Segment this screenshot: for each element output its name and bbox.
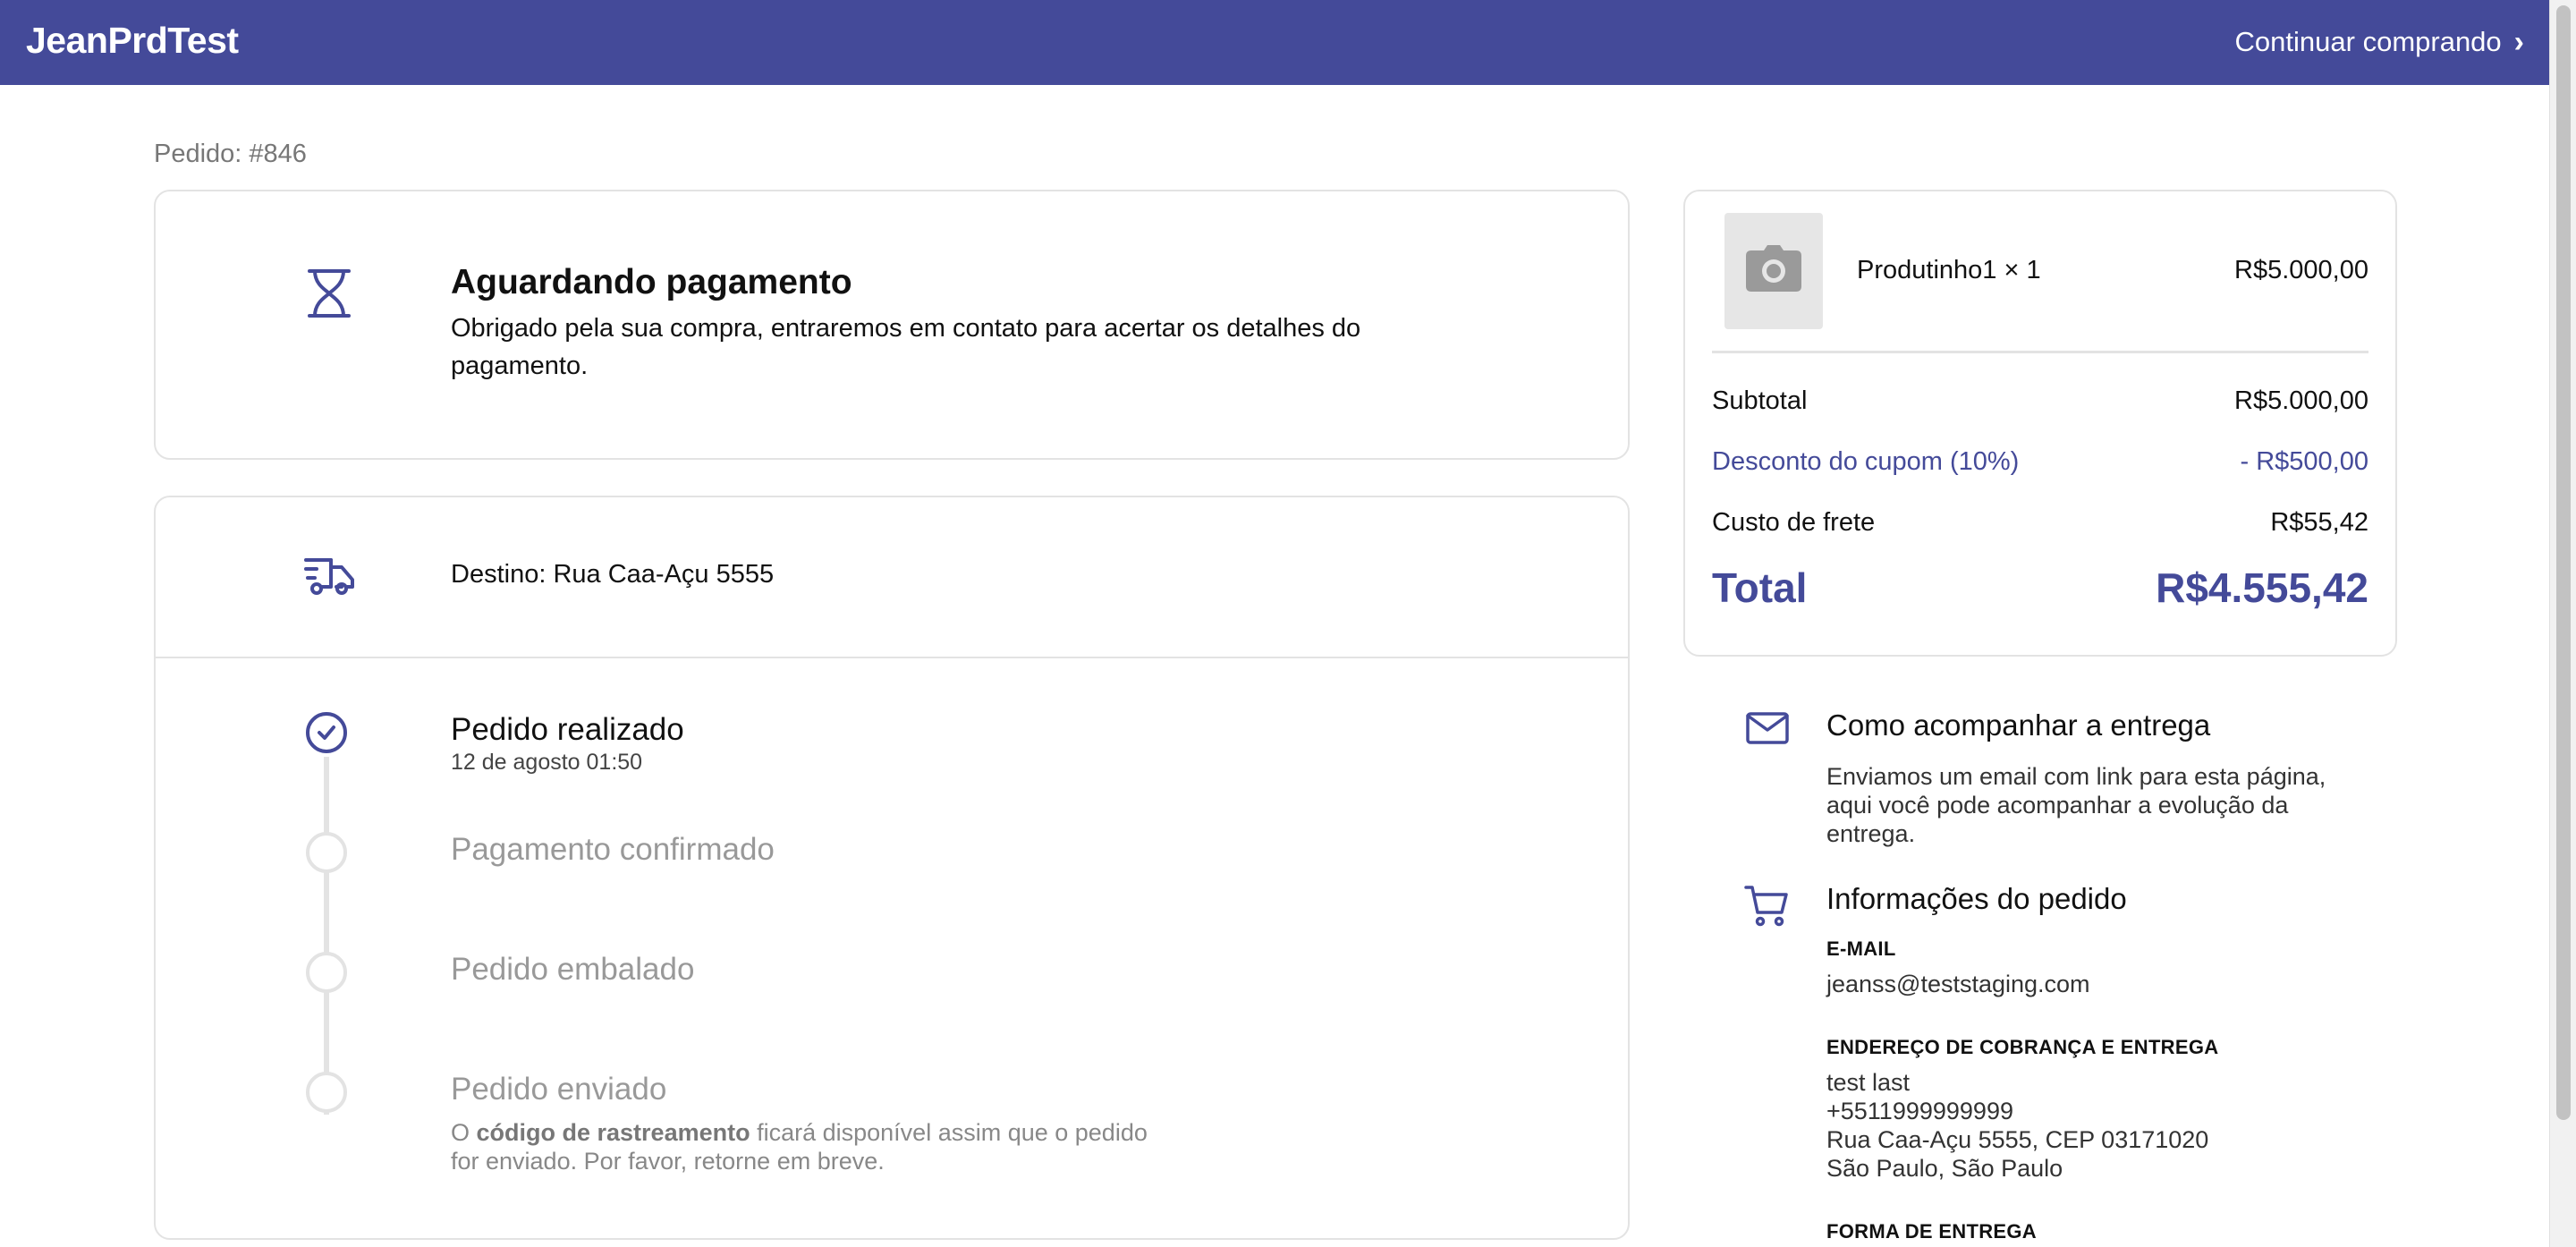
timeline-step-title: Pedido realizado: [451, 712, 684, 747]
camera-icon: [1746, 245, 1801, 292]
product-price: R$5.000,00: [2234, 256, 2368, 284]
chevron-right-icon: ›: [2513, 25, 2524, 59]
timeline-step-title: Pedido embalado: [451, 952, 695, 987]
product-image: [1724, 213, 1823, 329]
timeline-step-date: 12 de agosto 01:50: [451, 750, 643, 775]
status-description: Obrigado pela sua compra, entraremos em …: [451, 314, 1361, 380]
cart-icon: [1744, 884, 1789, 931]
product-name: Produtinho1 × 1: [1857, 256, 2041, 284]
tracking-info-title: Como acompanhar a entrega: [1826, 708, 2211, 742]
step-done-check-icon: [306, 712, 347, 753]
divider: [1712, 351, 2368, 353]
order-summary-card: Produtinho1 × 1 R$5.000,00 Subtotal R$5.…: [1683, 190, 2397, 657]
discount-value: - R$500,00: [2240, 447, 2369, 476]
order-number: Pedido: #846: [154, 140, 307, 168]
discount-label: Desconto do cupom (10%): [1712, 447, 2020, 476]
delivery-method-label: FORMA DE ENTREGA: [1826, 1220, 2037, 1243]
timeline-step-title: Pagamento confirmado: [451, 832, 775, 867]
shipping-cost-label: Custo de frete: [1712, 508, 1876, 537]
continue-shopping-label: Continuar comprando: [2234, 26, 2502, 57]
shipping-cost-value: R$55,42: [2270, 508, 2368, 537]
step-pending-icon: [306, 952, 347, 993]
order-info-title: Informações do pedido: [1826, 882, 2127, 915]
timeline-step-title: Pedido enviado: [451, 1072, 667, 1107]
subtotal-row: Subtotal R$5.000,00: [1712, 386, 2368, 416]
continue-shopping-link[interactable]: Continuar comprando ›: [2235, 26, 2524, 58]
email-value: jeanss@teststaging.com: [1826, 971, 2090, 997]
address-line: Rua Caa-Açu 5555, CEP 03171020: [1826, 1126, 2209, 1153]
shipping-cost-row: Custo de frete R$55,42: [1712, 508, 2368, 538]
payment-status-card: Aguardando pagamento Obrigado pela sua c…: [154, 190, 1630, 460]
page-scrollbar[interactable]: [2549, 0, 2576, 1247]
address-line: São Paulo, São Paulo: [1826, 1155, 2063, 1182]
store-logo[interactable]: JeanPrdTest: [26, 20, 239, 62]
total-value: R$4.555,42: [2156, 564, 2368, 611]
step-pending-icon: [306, 1072, 347, 1113]
divider: [156, 657, 1628, 658]
total-row: Total R$4.555,42: [1712, 564, 2368, 612]
subtotal-label: Subtotal: [1712, 386, 1808, 415]
mail-icon: [1746, 712, 1789, 749]
subtotal-value: R$5.000,00: [2234, 386, 2368, 415]
total-label: Total: [1712, 564, 1808, 611]
step-pending-icon: [306, 832, 347, 873]
delivery-destination: Destino: Rua Caa-Açu 5555: [451, 560, 775, 589]
address-line: test last: [1826, 1069, 1911, 1096]
address-line: +5511999999999: [1826, 1098, 2013, 1124]
status-title: Aguardando pagamento: [451, 263, 852, 301]
truck-icon: [304, 556, 356, 600]
top-bar: JeanPrdTest Continuar comprando ›: [0, 0, 2549, 85]
tracking-info-description: Enviamos um email com link para esta pág…: [1826, 763, 2326, 847]
timeline-line: [324, 757, 329, 1115]
address-label: ENDEREÇO DE COBRANÇA E ENTREGA: [1826, 1036, 2219, 1058]
delivery-tracking-card: Destino: Rua Caa-Açu 5555 Pedido realiza…: [154, 496, 1630, 1240]
scrollbar-thumb[interactable]: [2556, 5, 2571, 1120]
hourglass-icon: [306, 268, 352, 323]
discount-row: Desconto do cupom (10%) - R$500,00: [1712, 447, 2368, 477]
tracking-code-note: O código de rastreamento ficará disponív…: [451, 1119, 1148, 1175]
email-label: E-MAIL: [1826, 937, 1896, 960]
